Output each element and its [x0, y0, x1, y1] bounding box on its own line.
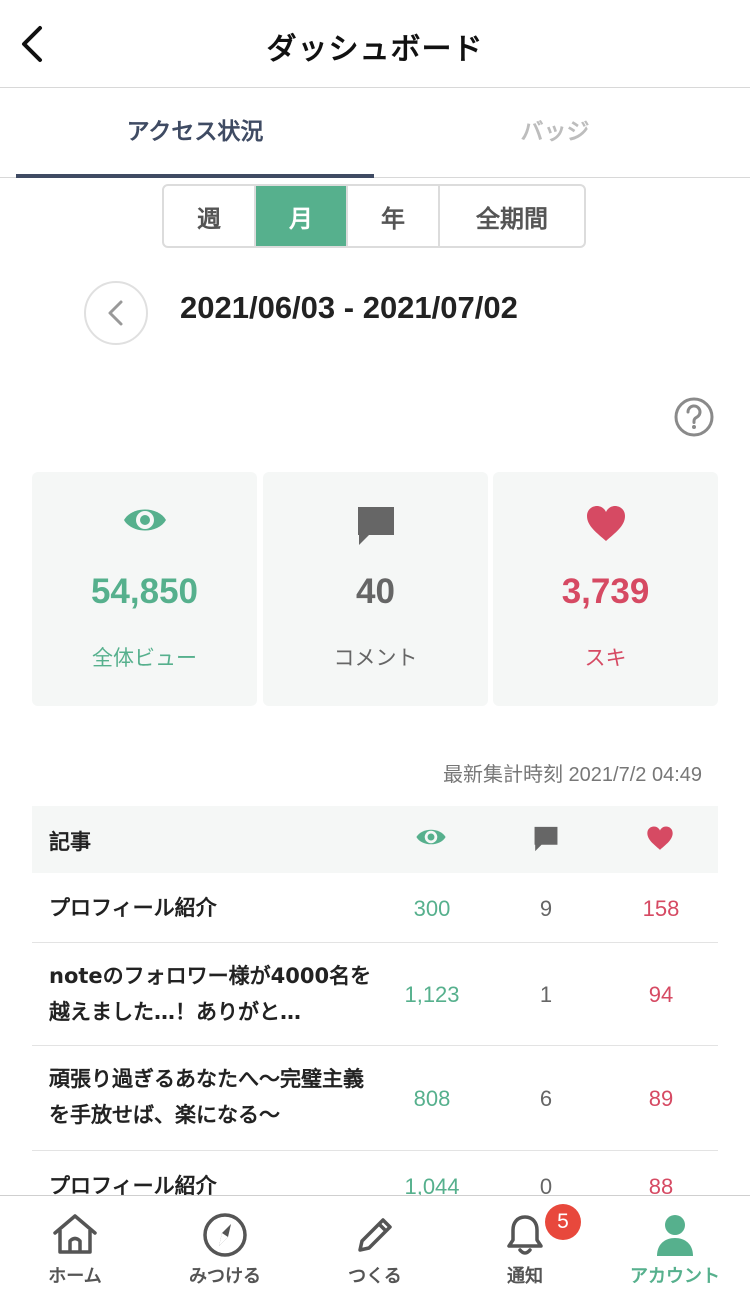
nav-home-label: ホーム — [48, 1266, 102, 1287]
comments-column-header — [532, 825, 560, 857]
nav-discover[interactable]: みつける — [150, 1196, 300, 1294]
nav-home[interactable]: ホーム — [0, 1196, 150, 1294]
article-title: noteのフォロワー様が4000名を越えました…！ありがと… — [49, 964, 372, 1024]
article-comments: 9 — [539, 896, 553, 921]
tab-badges[interactable]: バッジ — [376, 89, 734, 178]
compass-icon — [203, 1213, 247, 1257]
total-views-value: 54,850 — [90, 572, 199, 611]
heart-icon — [647, 826, 673, 850]
total-views-label: 全体ビュー — [92, 646, 197, 670]
views-card: 54,850 全体ビュー — [32, 472, 257, 706]
bottom-navigation: ホーム みつける つくる 5 通知 アカウント — [0, 1195, 750, 1294]
likes-column-header — [646, 825, 674, 856]
table-header: 記事 — [32, 806, 718, 873]
period-month-button[interactable]: 月 — [256, 186, 348, 246]
nav-account[interactable]: アカウント — [600, 1196, 750, 1294]
period-selector: 週 月 年 全期間 — [162, 184, 586, 248]
eye-icon — [416, 829, 446, 845]
user-icon — [657, 1215, 693, 1256]
chevron-left-icon — [108, 300, 123, 326]
tab-bar: アクセス状況 バッジ — [0, 89, 750, 178]
comment-icon — [534, 826, 558, 852]
article-likes: 94 — [648, 982, 674, 1007]
last-updated-text: 最新集計時刻 2021/7/2 04:49 — [442, 764, 702, 786]
likes-value: 3,739 — [561, 572, 650, 611]
period-year-button[interactable]: 年 — [348, 186, 440, 246]
article-comments: 1 — [539, 982, 553, 1007]
pencil-icon — [358, 1218, 392, 1252]
header-bar: ダッシュボード — [0, 0, 750, 88]
nav-create[interactable]: つくる — [300, 1196, 450, 1294]
table-row[interactable]: 頑張り過ぎるあなたへ～完璧主義を手放せば、楽になる～ 808 6 89 — [32, 1046, 718, 1151]
article-comments: 6 — [539, 1086, 553, 1111]
article-views: 300 — [413, 896, 451, 921]
heart-icon — [586, 506, 625, 541]
article-views: 1,123 — [404, 982, 460, 1007]
question-circle-icon — [674, 397, 714, 437]
views-column-header — [415, 825, 447, 853]
likes-card: 3,739 スキ — [493, 472, 718, 706]
likes-label: スキ — [584, 646, 627, 670]
nav-create-label: つくる — [348, 1266, 402, 1287]
previous-period-button[interactable] — [84, 281, 148, 345]
table-row[interactable]: noteのフォロワー様が4000名を越えました…！ありがと… 1,123 1 9… — [32, 943, 718, 1046]
article-title: 頑張り過ぎるあなたへ～完璧主義を手放せば、楽になる～ — [49, 1067, 364, 1127]
article-likes: 89 — [648, 1086, 674, 1111]
notification-count-badge: 5 — [545, 1204, 581, 1240]
page-title: ダッシュボード — [266, 32, 484, 67]
article-likes: 158 — [642, 896, 680, 921]
comment-icon — [357, 507, 394, 545]
table-row[interactable]: プロフィール紹介 300 9 158 — [32, 873, 718, 943]
nav-notifications[interactable]: 5 通知 — [450, 1196, 600, 1294]
help-button[interactable] — [673, 396, 715, 438]
period-all-button[interactable]: 全期間 — [440, 186, 584, 246]
column-header-article: 記事 — [49, 830, 91, 854]
nav-discover-label: みつける — [189, 1266, 261, 1287]
home-icon — [53, 1214, 97, 1254]
period-week-button[interactable]: 週 — [164, 186, 256, 246]
comments-card: 40 コメント — [263, 472, 488, 706]
comments-value: 40 — [356, 572, 395, 611]
article-title: プロフィール紹介 — [49, 896, 217, 920]
comments-label: コメント — [333, 646, 418, 670]
article-views: 808 — [413, 1086, 451, 1111]
eye-icon — [123, 509, 166, 531]
tab-access-status[interactable]: アクセス状況 — [16, 89, 374, 178]
bell-icon — [507, 1215, 543, 1255]
date-range: 2021/06/03 - 2021/07/02 — [180, 290, 518, 325]
nav-account-label: アカウント — [630, 1266, 720, 1287]
nav-notifications-label: 通知 — [507, 1266, 543, 1287]
